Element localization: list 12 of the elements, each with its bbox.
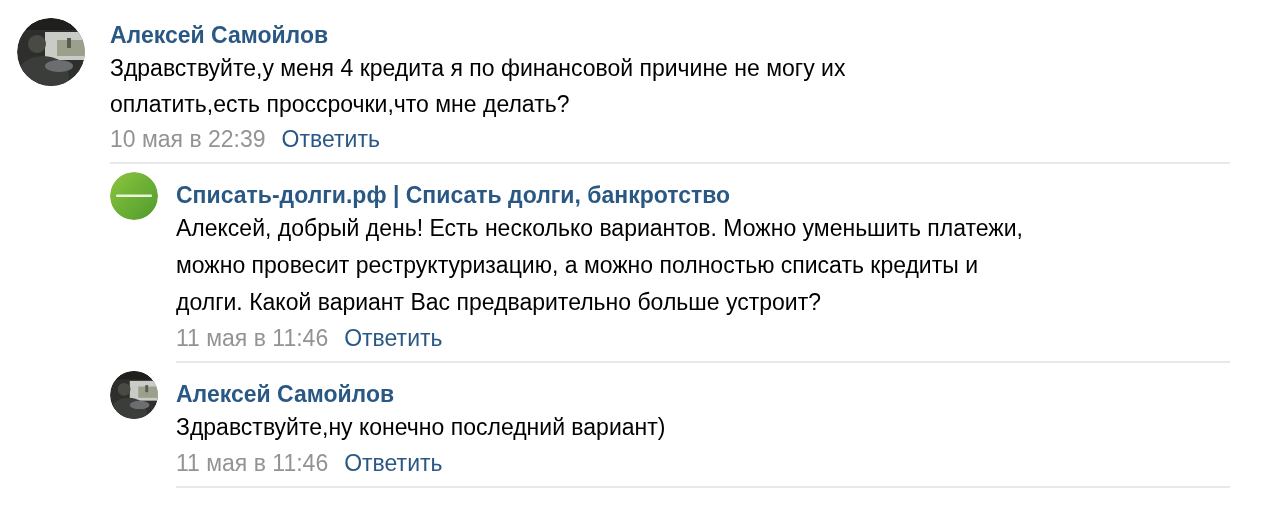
comment-date: 11 мая в 11:46 — [176, 449, 329, 478]
author-link[interactable]: Алексей Самойлов — [176, 379, 395, 409]
reply-link[interactable]: Ответить — [281, 124, 380, 154]
reply-link[interactable]: Ответить — [344, 448, 443, 478]
comment-text: Алексей, добрый день! Есть несколько вариантов. Можно уменьшить платежи, можно провесит реструктуризацию, а можно полностью списать кредиты и долги. Какой вариант Вас предварительно больше устроит? — [176, 214, 1024, 317]
comment-date: 11 мая в 11:46 — [176, 324, 329, 353]
comment-text: Здравствуйте,ну конечно последний вариант) — [176, 413, 667, 442]
reply-link[interactable]: Ответить — [344, 323, 443, 353]
author-link[interactable]: Алексей Самойлов — [110, 20, 329, 50]
comment-text: Здравствуйте,у меня 4 кредита я по финансовой причине не могу их оплатить,есть проссрочки,что мне делать? — [110, 54, 847, 119]
comment-date: 10 мая в 22:39 — [110, 125, 266, 154]
author-link[interactable]: Списать-долги.рф | Списать долги, банкротство — [176, 180, 731, 210]
